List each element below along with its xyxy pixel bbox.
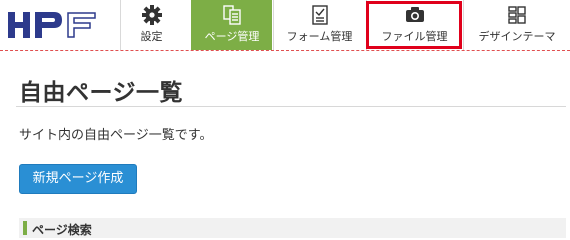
new-page-button[interactable]: 新規ページ作成 [19, 164, 137, 194]
header-divider [0, 50, 570, 51]
page-description: サイト内の自由ページ一覧です。 [19, 128, 213, 143]
nav-design-theme-label: デザインテーマ [478, 30, 556, 43]
nav-page-management-label: ページ管理 [204, 30, 260, 43]
page-search-label: ページ検索 [32, 223, 92, 237]
title-divider [16, 106, 566, 107]
hpf-logo[interactable] [8, 12, 108, 38]
page-search-heading[interactable]: ページ検索 [19, 218, 566, 238]
file-management-highlight-box [366, 1, 462, 49]
form-checklist-icon [310, 5, 330, 25]
nav-form-management[interactable]: フォーム管理 [273, 0, 365, 50]
nav-settings[interactable]: 設定 [120, 0, 182, 50]
header: 設定 ページ管理 フォーム管理 ファイル管理 デザインテーマ [0, 0, 570, 50]
gear-icon [141, 5, 162, 25]
pages-icon [222, 5, 242, 25]
nav-settings-label: 設定 [140, 30, 163, 43]
page-title: 自由ページ一覧 [19, 80, 184, 106]
nav-design-theme[interactable]: デザインテーマ [463, 0, 570, 50]
nav-page-management[interactable]: ページ管理 [191, 0, 272, 50]
section-marker [23, 221, 27, 235]
nav-form-management-label: フォーム管理 [286, 30, 353, 43]
main-content: 自由ページ一覧 サイト内の自由ページ一覧です。 新規ページ作成 ページ検索 [4, 56, 566, 238]
layout-theme-icon [507, 5, 527, 25]
